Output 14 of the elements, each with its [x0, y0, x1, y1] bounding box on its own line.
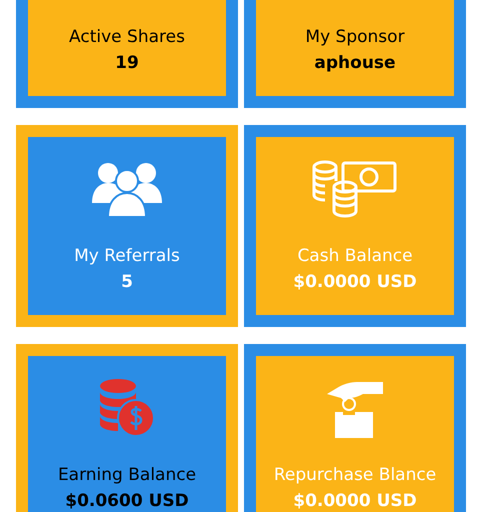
card-value: $0.0000 USD: [293, 490, 417, 512]
card-title: My Sponsor: [305, 26, 405, 49]
card-value: 19: [115, 52, 139, 75]
card-value: $0.0000 USD: [293, 271, 417, 294]
coin-stack-icon: [98, 378, 156, 438]
card-value: $0.0600 USD: [65, 490, 189, 512]
coins-and-banknote-icon: [311, 159, 399, 219]
card-title: My Referrals: [74, 245, 180, 268]
card-title: Repurchase Blance: [274, 464, 436, 487]
card-value: 5: [121, 271, 133, 294]
card-value: aphouse: [314, 52, 396, 75]
card-title: Active Shares: [69, 26, 185, 49]
card-title: Cash Balance: [297, 245, 413, 268]
card-title: Earning Balance: [58, 464, 196, 487]
